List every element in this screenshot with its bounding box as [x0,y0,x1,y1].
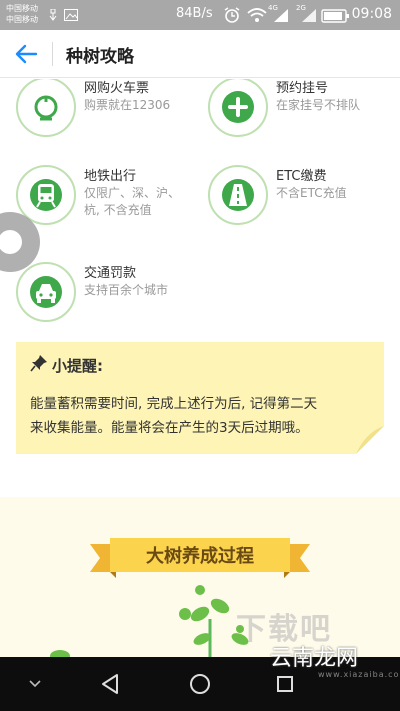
medical-plus-icon [228,97,248,117]
clock: 09:08 [351,6,392,22]
net-type-2: 2G [296,4,306,12]
service-icon-ring [16,262,76,322]
usb-icon [49,9,57,21]
banner-title: 大树养成过程 [146,546,254,567]
service-train-tickets[interactable]: 网购火车票 购票就在12306 [16,79,186,137]
service-icon-ring [16,79,76,137]
highway-icon [229,184,247,206]
service-hospital-appointment[interactable]: 预约挂号 在家挂号不排队 [208,79,378,137]
service-desc: 不含ETC充值 [276,186,347,200]
content-area[interactable]: 网购火车票 购票就在12306 预约挂号 在家挂号不排队 地铁出行 仅限广、深、… [0,79,400,657]
home-circle-icon[interactable] [185,669,215,699]
service-icon-ring [208,79,268,137]
carrier-labels: 中国移动 中国移动 [6,3,38,25]
watermark-url: www.xiazaiba.com [318,670,400,679]
service-desc: 购票就在12306 [84,98,171,112]
service-etc-payment[interactable]: ETC缴费 不含ETC充值 [208,165,378,225]
service-desc-line-2: 杭, 不含充值 [84,203,152,217]
service-title: 预约挂号 [276,81,329,96]
app-header: 种树攻略 [0,30,400,78]
chevron-down-icon[interactable] [20,669,50,699]
reminder-note: 小提醒: 能量蓄积需要时间, 完成上述行为后, 记得第二天 来收集能量。能量将会… [16,342,384,454]
alarm-icon [224,7,240,23]
carrier-2: 中国移动 [6,15,38,24]
car-icon [36,284,56,303]
train-logo-icon [34,95,58,121]
arrow-left-icon[interactable] [12,40,42,68]
recents-square-icon[interactable] [270,669,300,699]
page-title: 种树攻略 [66,47,134,67]
net-type-1: 4G [268,4,278,12]
service-traffic-fines[interactable]: 交通罚款 支持百余个城市 [16,262,186,322]
status-bar: 中国移动 中国移动 84B/s 4G 2G 09:08 [0,0,400,30]
service-title: 地铁出行 [84,169,137,184]
service-title: ETC缴费 [276,169,327,184]
signal-icon [274,9,316,22]
wifi-icon [247,8,267,22]
handle-dot [0,230,22,254]
service-title: 交通罚款 [84,266,137,281]
pushpin-icon [30,355,47,372]
carrier-1: 中国移动 [6,4,38,13]
image-icon [64,9,78,21]
watermark-site-name: 云南龙网 [270,646,359,671]
battery-icon [321,9,349,23]
service-title: 网购火车票 [84,81,150,96]
back-triangle-icon[interactable] [96,669,126,699]
note-line-2: 来收集能量。能量将会在产生的3天后过期哦。 [30,420,309,436]
note-title: 小提醒: [52,357,103,375]
service-subway[interactable]: 地铁出行 仅限广、深、沪、 杭, 不含充值 [16,165,196,229]
services-section: 网购火车票 购票就在12306 预约挂号 在家挂号不排队 地铁出行 仅限广、深、… [0,79,400,497]
network-speed: 84B/s [176,6,213,21]
service-icon-ring [208,165,268,225]
note-line-1: 能量蓄积需要时间, 完成上述行为后, 记得第二天 [30,396,318,412]
system-nav-bar: 云南龙网 [0,646,400,711]
status-icons [224,7,349,23]
page-curl-icon [356,426,384,454]
service-desc-line-1: 仅限广、深、沪、 [84,186,181,200]
service-desc: 在家挂号不排队 [276,98,361,112]
service-desc: 支持百余个城市 [84,283,169,297]
header-divider [52,42,53,66]
